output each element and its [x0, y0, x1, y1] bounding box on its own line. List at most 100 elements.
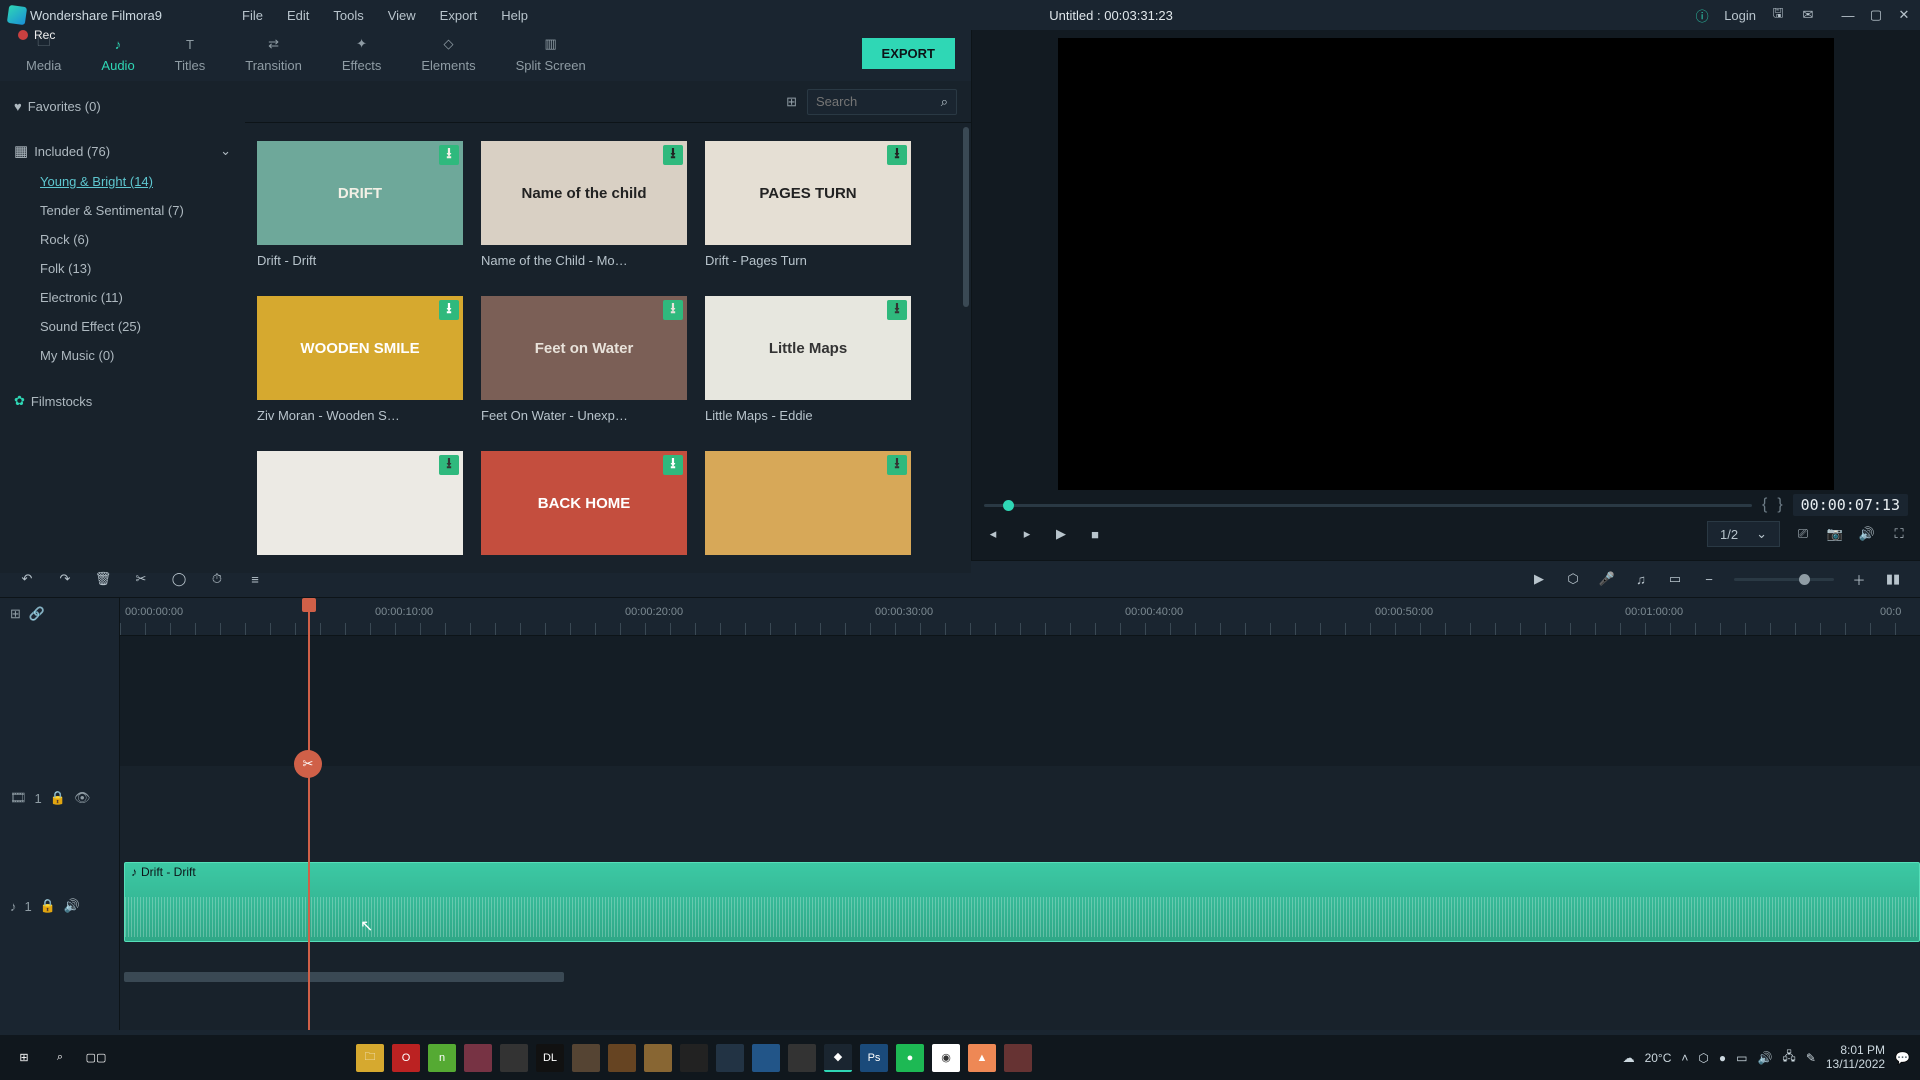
app-game9[interactable]	[788, 1044, 816, 1072]
audio-card[interactable]: ⭳	[257, 451, 463, 555]
crop-icon[interactable]: ◯	[170, 570, 188, 588]
search-icon[interactable]: ⌕	[941, 94, 948, 110]
mark-out-icon[interactable]: }	[1777, 496, 1782, 514]
tray-icon[interactable]: ●	[1719, 1051, 1726, 1065]
scrubber-head-icon[interactable]	[1003, 500, 1014, 511]
tray-network-icon[interactable]: 🖧	[1782, 1047, 1795, 1068]
app-vlc[interactable]: ▲	[968, 1044, 996, 1072]
app-photoshop[interactable]: Ps	[860, 1044, 888, 1072]
menu-help[interactable]: Help	[501, 8, 528, 23]
lock-icon[interactable]: 🔒	[50, 790, 66, 806]
minimize-icon[interactable]: —	[1840, 7, 1856, 23]
download-icon[interactable]: ⭳	[887, 455, 907, 475]
undo-icon[interactable]: ↶	[18, 570, 36, 588]
tray-lang-icon[interactable]: ✎	[1806, 1051, 1816, 1065]
play-button[interactable]: ▶	[1052, 525, 1070, 543]
speaker-icon[interactable]: 🔊	[64, 898, 80, 914]
snapshot-icon[interactable]: 📷	[1826, 525, 1844, 543]
card-thumbnail[interactable]: Little Maps⭳	[705, 296, 911, 400]
tab-splitscreen[interactable]: ▥Split Screen	[496, 30, 606, 77]
tray-icon[interactable]: ⬡	[1698, 1051, 1708, 1065]
audio-card[interactable]: DRIFT⭳Drift - Drift	[257, 141, 463, 268]
card-thumbnail[interactable]: ⭳	[705, 451, 911, 555]
weather-temp[interactable]: 20°C	[1645, 1051, 1672, 1065]
lock-icon[interactable]: 🔒	[40, 898, 56, 914]
audio-card[interactable]: ⭳	[705, 451, 911, 555]
zoom-slider[interactable]	[1734, 578, 1834, 581]
tab-audio[interactable]: ♪Audio	[81, 30, 154, 77]
app-nvidia[interactable]: n	[428, 1044, 456, 1072]
save-icon[interactable]: 🖫	[1770, 7, 1786, 23]
eye-icon[interactable]: 👁	[74, 790, 91, 806]
download-icon[interactable]: ⭳	[439, 145, 459, 165]
zoom-out-icon[interactable]: −	[1700, 570, 1718, 588]
timeline-ruler[interactable]: 00:00:00:00 00:00:10:00 00:00:20:00 00:0…	[120, 598, 1920, 636]
card-thumbnail[interactable]: BACK HOME⭳	[481, 451, 687, 555]
preview-scrubber[interactable]	[984, 504, 1752, 507]
app-game5[interactable]	[644, 1044, 672, 1072]
menu-export[interactable]: Export	[440, 8, 478, 23]
download-icon[interactable]: ⭳	[663, 145, 683, 165]
app-misc[interactable]	[1004, 1044, 1032, 1072]
audio-card[interactable]: Feet on Water⭳Feet On Water - Unexp…	[481, 296, 687, 423]
tab-effects[interactable]: ✦Effects	[322, 30, 402, 77]
download-icon[interactable]: ⭳	[439, 455, 459, 475]
audio-card[interactable]: WOODEN SMILE⭳Ziv Moran - Wooden S…	[257, 296, 463, 423]
card-thumbnail[interactable]: DRIFT⭳	[257, 141, 463, 245]
sidebar-item-folk[interactable]: Folk (13)	[0, 255, 245, 282]
sidebar-item-electronic[interactable]: Electronic (11)	[0, 284, 245, 311]
preview-viewport[interactable]	[1058, 38, 1834, 490]
mark-in-icon[interactable]: {	[1762, 496, 1767, 514]
app-explorer[interactable]: 🗀	[356, 1044, 384, 1072]
mixer-icon[interactable]: ♫	[1632, 570, 1650, 588]
sidebar-item-rock[interactable]: Rock (6)	[0, 226, 245, 253]
link-icon[interactable]: 🔗	[29, 606, 45, 622]
notifications-icon[interactable]: 💬	[1895, 1051, 1910, 1065]
app-game7[interactable]	[716, 1044, 744, 1072]
login-link[interactable]: Login	[1724, 8, 1756, 23]
audio-card[interactable]: PAGES TURN⭳Drift - Pages Turn	[705, 141, 911, 268]
voiceover-icon[interactable]: 🎤	[1598, 570, 1616, 588]
render-icon[interactable]: ▶	[1530, 570, 1548, 588]
next-frame-button[interactable]: ▸	[1018, 525, 1036, 543]
scrollbar-horizontal[interactable]	[124, 972, 564, 982]
search-input-wrap[interactable]: ⌕	[807, 89, 957, 115]
search-taskbar-icon[interactable]: ⌕	[46, 1044, 74, 1072]
audio-card[interactable]: Little Maps⭳Little Maps - Eddie	[705, 296, 911, 423]
delete-icon[interactable]: 🗑	[94, 570, 112, 588]
download-icon[interactable]: ⭳	[887, 300, 907, 320]
tab-elements[interactable]: ◇Elements	[401, 30, 495, 77]
speed-icon[interactable]: ⏱	[208, 570, 226, 588]
marker-icon[interactable]: ⬡	[1564, 570, 1582, 588]
card-thumbnail[interactable]: ⭳	[257, 451, 463, 555]
sidebar-item-sound-effect[interactable]: Sound Effect (25)	[0, 313, 245, 340]
maximize-icon[interactable]: ▢	[1868, 7, 1884, 23]
system-clock[interactable]: 8:01 PM 13/11/2022	[1826, 1044, 1885, 1072]
menu-file[interactable]: File	[242, 8, 263, 23]
settings-icon[interactable]: ▭	[1666, 570, 1684, 588]
export-button[interactable]: EXPORT	[862, 38, 955, 69]
record-indicator[interactable]: Rec	[18, 28, 55, 42]
zoom-fit-icon[interactable]: ▮▮	[1884, 570, 1902, 588]
download-icon[interactable]: ⭳	[887, 145, 907, 165]
app-game8[interactable]	[752, 1044, 780, 1072]
tray-battery-icon[interactable]: ▭	[1736, 1051, 1747, 1065]
app-chrome[interactable]: ◉	[932, 1044, 960, 1072]
sidebar-item-tender[interactable]: Tender & Sentimental (7)	[0, 197, 245, 224]
scrollbar-vertical[interactable]	[963, 127, 969, 307]
mail-icon[interactable]: ✉	[1800, 7, 1816, 23]
start-button[interactable]: ⊞	[10, 1044, 38, 1072]
card-thumbnail[interactable]: Name of the child⭳	[481, 141, 687, 245]
weather-icon[interactable]: ☁	[1623, 1051, 1635, 1065]
sidebar-filmstocks[interactable]: ✿Filmstocks	[0, 387, 245, 415]
stop-button[interactable]: ■	[1086, 525, 1104, 543]
app-opera[interactable]: O	[392, 1044, 420, 1072]
tray-chevron-icon[interactable]: ˄	[1681, 1051, 1688, 1065]
app-dl[interactable]: DL	[536, 1044, 564, 1072]
card-thumbnail[interactable]: Feet on Water⭳	[481, 296, 687, 400]
split-icon[interactable]: ✂	[132, 570, 150, 588]
prev-frame-button[interactable]: ◂	[984, 525, 1002, 543]
download-icon[interactable]: ⭳	[439, 300, 459, 320]
tab-titles[interactable]: TTitles	[155, 30, 226, 77]
app-game6[interactable]	[680, 1044, 708, 1072]
